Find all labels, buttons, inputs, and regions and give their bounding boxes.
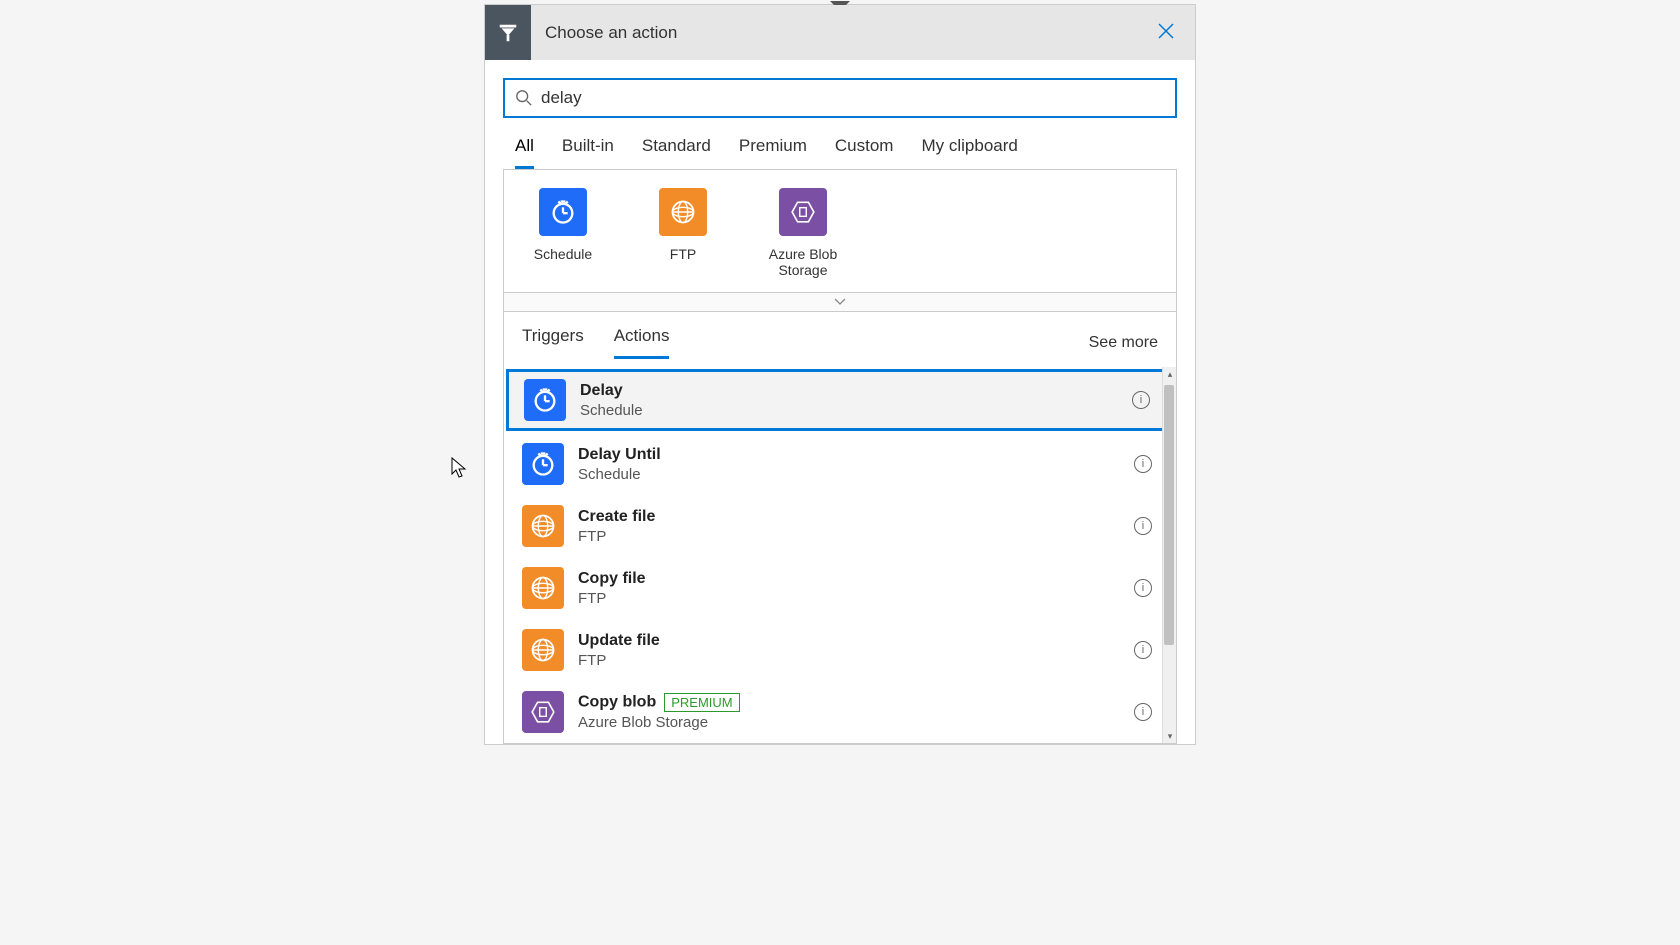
close-icon — [1157, 22, 1175, 40]
connector-schedule[interactable]: Schedule — [518, 188, 608, 278]
action-title: Create file — [578, 508, 1134, 526]
tab-premium[interactable]: Premium — [739, 136, 807, 169]
ftp-icon — [659, 188, 707, 236]
connectors-grid: Schedule FTP Azure Blob Storage — [503, 169, 1177, 292]
info-icon[interactable]: i — [1134, 641, 1152, 659]
action-subtitle: FTP — [578, 590, 1134, 607]
info-icon[interactable]: i — [1134, 455, 1152, 473]
blob-icon — [779, 188, 827, 236]
action-subtitle: Schedule — [578, 466, 1134, 483]
panel-title: Choose an action — [545, 23, 677, 43]
scroll-thumb[interactable] — [1164, 385, 1174, 645]
action-copy-blob[interactable]: Copy blobPREMIUM Azure Blob Storagei — [504, 681, 1176, 743]
search-icon — [515, 89, 533, 107]
action-title: Delay Until — [578, 446, 1134, 464]
premium-badge: PREMIUM — [664, 693, 739, 712]
action-title: Update file — [578, 632, 1134, 650]
tab-actions[interactable]: Actions — [614, 326, 670, 359]
connector-label: Azure Blob Storage — [758, 246, 848, 278]
chevron-down-icon — [834, 298, 846, 306]
collapse-connectors-button[interactable] — [503, 292, 1177, 312]
scrollbar[interactable]: ▴ ▾ — [1162, 367, 1176, 743]
schedule-icon — [522, 443, 564, 485]
action-copy-file[interactable]: Copy file FTPi — [504, 557, 1176, 619]
info-icon[interactable]: i — [1134, 517, 1152, 535]
action-title: Delay — [580, 382, 1132, 400]
tab-standard[interactable]: Standard — [642, 136, 711, 169]
info-icon[interactable]: i — [1134, 579, 1152, 597]
search-input[interactable] — [541, 88, 1165, 108]
tab-triggers[interactable]: Triggers — [522, 326, 584, 359]
action-delay-until[interactable]: Delay Until Schedulei — [504, 433, 1176, 495]
action-title: Copy blobPREMIUM — [578, 693, 1134, 712]
choose-action-panel: Choose an action All Built-in Standard Prem… — [484, 4, 1196, 745]
search-box[interactable] — [503, 78, 1177, 118]
ftp-icon — [522, 505, 564, 547]
action-create-file[interactable]: Create file FTPi — [504, 495, 1176, 557]
see-more-link[interactable]: See more — [1089, 334, 1158, 352]
connector-label: Schedule — [518, 246, 608, 262]
tab-built-in[interactable]: Built-in — [562, 136, 614, 169]
schedule-icon — [539, 188, 587, 236]
tab-my-clipboard[interactable]: My clipboard — [921, 136, 1017, 169]
scroll-up-icon[interactable]: ▴ — [1163, 367, 1176, 381]
connector-ftp[interactable]: FTP — [638, 188, 728, 278]
panel-header-icon — [485, 5, 531, 60]
schedule-icon — [524, 379, 566, 421]
info-icon[interactable]: i — [1132, 391, 1150, 409]
mouse-cursor-icon — [450, 456, 470, 480]
info-icon[interactable]: i — [1134, 703, 1152, 721]
ftp-icon — [522, 629, 564, 671]
tab-all[interactable]: All — [515, 136, 534, 169]
results-section: Triggers Actions See more DelaySchedulei… — [503, 312, 1177, 744]
action-subtitle: FTP — [578, 652, 1134, 669]
action-subtitle: Azure Blob Storage — [578, 714, 1134, 731]
ftp-icon — [522, 567, 564, 609]
category-tabs: All Built-in Standard Premium Custom My clipb… — [503, 136, 1177, 169]
blob-icon — [522, 691, 564, 733]
tab-custom[interactable]: Custom — [835, 136, 894, 169]
action-funnel-icon — [497, 22, 519, 44]
scroll-down-icon[interactable]: ▾ — [1163, 729, 1176, 743]
action-subtitle: Schedule — [580, 402, 1132, 419]
connector-label: FTP — [638, 246, 728, 262]
action-title: Copy file — [578, 570, 1134, 588]
close-button[interactable] — [1151, 16, 1181, 50]
results-tabs-row: Triggers Actions See more — [504, 312, 1176, 359]
action-update-file[interactable]: Update file FTPi — [504, 619, 1176, 681]
connector-azure-blob-storage[interactable]: Azure Blob Storage — [758, 188, 848, 278]
action-subtitle: FTP — [578, 528, 1134, 545]
action-list: DelayScheduleiDelay UntilScheduleiCreate… — [504, 367, 1176, 743]
panel-header: Choose an action — [485, 5, 1195, 60]
action-delay[interactable]: Delay Schedulei — [506, 369, 1174, 431]
